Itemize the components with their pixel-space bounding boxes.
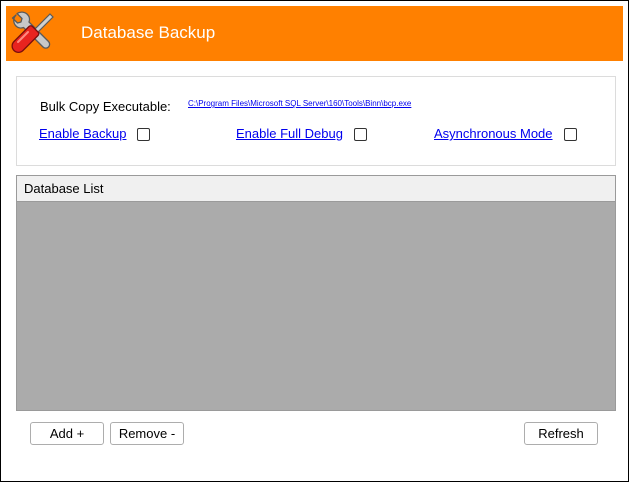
asynchronous-mode-link[interactable]: Asynchronous Mode	[434, 126, 553, 141]
database-list-column-header[interactable]: Database List	[17, 176, 615, 202]
backup-window: Database Backup Bulk Copy Executable: C:…	[0, 0, 629, 482]
enable-full-debug-checkbox[interactable]	[354, 128, 367, 141]
refresh-button[interactable]: Refresh	[524, 422, 598, 445]
database-list-header-label: Database List	[24, 181, 104, 196]
database-list[interactable]: Database List	[16, 175, 616, 411]
asynchronous-mode-checkbox[interactable]	[564, 128, 577, 141]
enable-backup-link[interactable]: Enable Backup	[39, 126, 126, 141]
add-button[interactable]: Add +	[30, 422, 104, 445]
bcp-label: Bulk Copy Executable:	[40, 99, 171, 114]
remove-button[interactable]: Remove -	[110, 422, 184, 445]
enable-full-debug-link[interactable]: Enable Full Debug	[236, 126, 343, 141]
enable-backup-checkbox[interactable]	[137, 128, 150, 141]
tools-icon	[11, 11, 54, 54]
settings-panel: Bulk Copy Executable: C:\Program Files\M…	[16, 76, 616, 166]
bcp-path-link[interactable]: C:\Program Files\Microsoft SQL Server\16…	[188, 99, 411, 108]
title-bar: Database Backup	[6, 6, 623, 61]
window-title: Database Backup	[81, 23, 216, 42]
